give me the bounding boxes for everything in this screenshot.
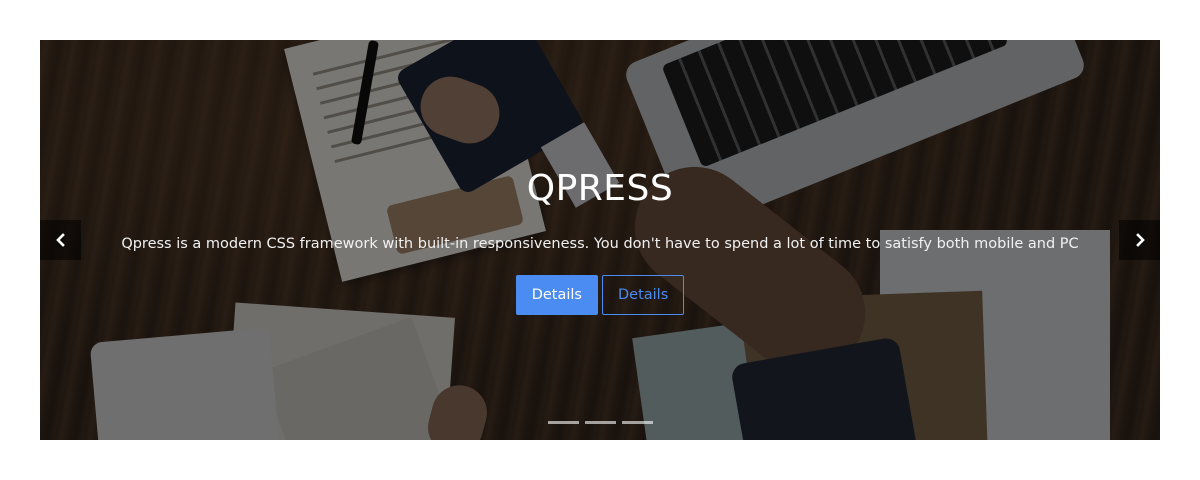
slide-buttons: Details Details [40,275,1160,315]
details-button-primary[interactable]: Details [515,275,598,315]
carousel-indicator-3[interactable] [621,421,653,424]
next-slide-button[interactable] [1119,220,1160,260]
chevron-left-icon [55,233,65,247]
carousel-indicator-1[interactable] [547,421,579,424]
prev-slide-button[interactable] [40,220,81,260]
carousel-indicators [40,421,1160,424]
carousel-indicator-2[interactable] [584,421,616,424]
slide-title: QPRESS [526,168,674,209]
details-button-outline[interactable]: Details [602,275,685,315]
chevron-right-icon [1135,233,1145,247]
hero-carousel: QPRESS Qpress is a modern CSS framework … [40,40,1160,440]
slide-description: Qpress is a modern CSS framework with bu… [121,236,1079,252]
